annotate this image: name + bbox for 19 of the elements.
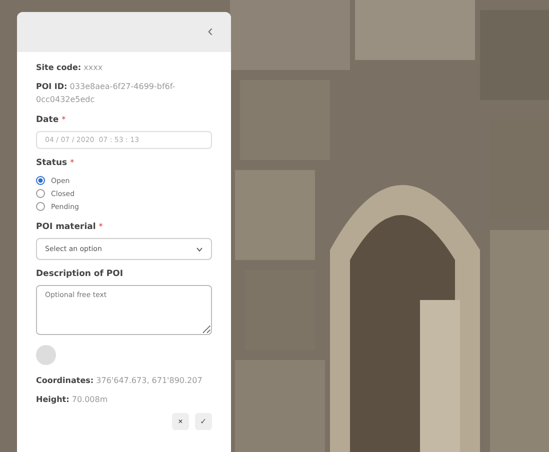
field-label: Description of POI [36,269,124,280]
required-mark: * [62,115,66,124]
chevron-icon [196,246,203,252]
radio-button[interactable] [36,176,45,186]
confirm-button[interactable]: ✓ [195,412,212,430]
info-text: Coordinates: 376'647.673, 671'890.207 [36,375,204,388]
color-swatch[interactable] [36,345,56,366]
radio-button[interactable] [36,202,45,212]
field-label: Date [36,115,59,126]
required-mark: * [98,222,103,232]
cancel-button[interactable]: × [172,412,189,430]
info-text: Site code: xxxx [36,62,104,74]
collapse-button[interactable]: ‹ [204,23,217,41]
info-text: Height: 70.008m [36,394,109,406]
field-label: Status [36,158,68,168]
info-text: POI ID: 033e8aea-6f27-4699-bf6f-0cc0432e5edc [36,80,176,106]
radio-button[interactable] [36,189,45,198]
field-label: POI material [36,222,96,232]
required-mark: * [70,158,74,168]
